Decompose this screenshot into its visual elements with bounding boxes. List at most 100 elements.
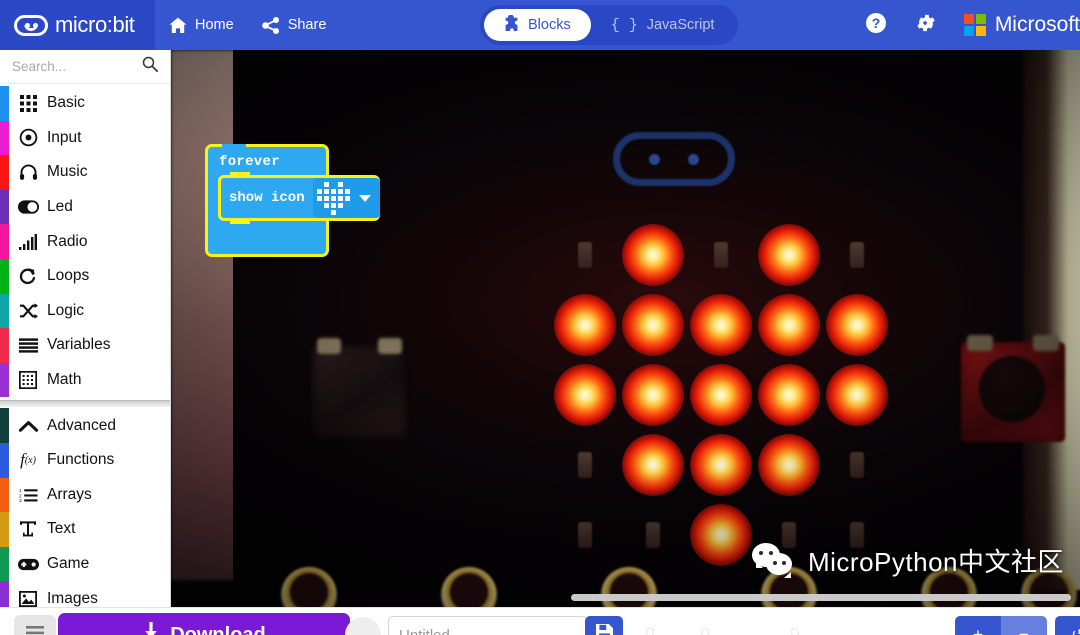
search-icon[interactable] [142,56,158,77]
led-cell [551,430,619,500]
category-color-bar [0,408,9,443]
sidebar-item-basic[interactable]: Basic [0,86,170,121]
ordered-list-icon: 1 2 3 [9,487,47,503]
watermark: MicroPython中文社区 [752,542,1064,579]
ghost-control-1: ◌ [645,622,656,635]
block-notch [230,218,250,224]
block-notch [230,172,250,178]
function-fx-icon: f (x) [20,450,36,470]
sidebar-item-loops[interactable]: Loops [0,258,170,294]
gear-icon [915,12,937,39]
menu-button[interactable] [14,615,56,635]
sidebar-item-advanced[interactable]: Advanced [0,408,170,443]
tab-javascript[interactable]: { } JavaScript [591,9,735,41]
text-t-icon [9,520,47,538]
picture-icon [9,590,47,607]
sidebar-item-label: Led [47,198,73,216]
block-stack[interactable]: forever show icon [205,144,380,257]
sidebar-item-text[interactable]: Text [0,512,170,547]
ghost-control-2: ◌ [700,622,711,635]
show-icon-block[interactable]: show icon [218,172,380,224]
sidebar-item-label: Text [47,520,76,538]
calculator-icon [9,371,47,390]
gamepad-icon [9,558,47,571]
led-cell [551,290,619,360]
chevron-up-icon [9,420,47,432]
led-cell [823,290,891,360]
brand-label: micro:bit [55,12,135,37]
sidebar-item-game[interactable]: Game [0,546,170,582]
category-color-bar [0,581,9,607]
grid-dots-icon [9,94,47,112]
board-button-b [961,342,1065,442]
microbit-makecode-editor: micro:bit Home Share Blocks {} JavaScri… [0,0,1080,635]
nav-home[interactable]: Home [155,0,248,50]
sidebar-item-radio[interactable]: Radio [0,224,170,259]
sidebar-item-variables[interactable]: Variables [0,328,170,363]
sidebar-item-functions[interactable]: f (x) Functions [0,442,170,478]
settings-button[interactable] [904,0,948,50]
category-color-bar [0,477,9,513]
horizontal-scrollbar[interactable] [571,594,1071,601]
top-bar: micro:bit Home Share Blocks {} JavaScri… [0,0,1080,50]
sidebar-item-label: Radio [47,232,88,250]
icon-dropdown-field[interactable] [312,178,380,218]
block-notch [222,144,246,150]
forever-block-foot [208,227,326,254]
sidebar-item-led[interactable]: Led [0,189,170,225]
search-input[interactable]: Search... [12,59,66,74]
editor-mode-toggle: Blocks { } JavaScript [480,5,739,45]
download-options-button[interactable] [345,617,381,635]
microsoft-label: Microsoft [994,13,1080,36]
led-cell [687,290,755,360]
sidebar-item-input[interactable]: Input [0,120,170,156]
led-cell [619,290,687,360]
led-cell [687,360,755,430]
tab-blocks[interactable]: Blocks [484,9,591,41]
sidebar-item-arrays[interactable]: 1 2 3 Arrays [0,477,170,513]
led-cell [823,430,891,500]
tab-javascript-label: JavaScript [646,17,715,33]
zoom-controls: + − [955,616,1047,635]
led-cell [823,220,891,290]
led-cell [755,290,823,360]
help-circle-icon: ? [865,12,887,39]
hamburger-icon [26,625,44,635]
download-button[interactable]: Download [58,613,350,635]
svg-text:3: 3 [19,498,22,503]
led-cell [755,430,823,500]
help-button[interactable]: ? [854,0,898,50]
zoom-in-icon[interactable]: + [955,616,1001,635]
save-button[interactable] [585,616,623,635]
heart-icon [316,181,350,215]
microsoft-logo-icon [963,14,986,36]
forever-block[interactable]: forever show icon [205,144,380,257]
blocks-workspace[interactable]: MicroPython中文社区 forever show icon [171,50,1080,607]
undo-arrow-icon[interactable]: ↺ [1055,616,1080,635]
category-color-bar [0,546,9,582]
sidebar-item-logic[interactable]: Logic [0,293,170,329]
sidebar-item-math[interactable]: Math [0,362,170,398]
lines-icon [9,338,47,353]
category-color-bar [0,189,9,225]
led-cell [551,220,619,290]
download-button-label: Download [170,623,266,635]
sidebar-item-images[interactable]: Images [0,581,170,607]
chevron-down-icon[interactable] [358,194,371,202]
toggle-icon [9,200,47,214]
sidebar-item-label: Game [47,555,90,573]
zoom-out-icon[interactable]: − [1001,616,1047,635]
led-matrix [551,220,891,570]
microsoft-branding[interactable]: Microsoft [954,13,1080,37]
brand-logo[interactable]: micro:bit [0,0,155,50]
category-color-bar [0,362,9,398]
target-dot-icon [9,128,47,147]
undo-redo-controls: ↺ ↻ [1055,616,1080,635]
download-arrow-icon [142,622,160,635]
sidebar-item-music[interactable]: Music [0,155,170,190]
search-row[interactable]: Search... [0,50,170,84]
project-name-input[interactable]: Untitled [388,616,588,635]
category-color-bar [0,155,9,190]
nav-share[interactable]: Share [248,0,341,50]
category-color-bar [0,86,9,121]
